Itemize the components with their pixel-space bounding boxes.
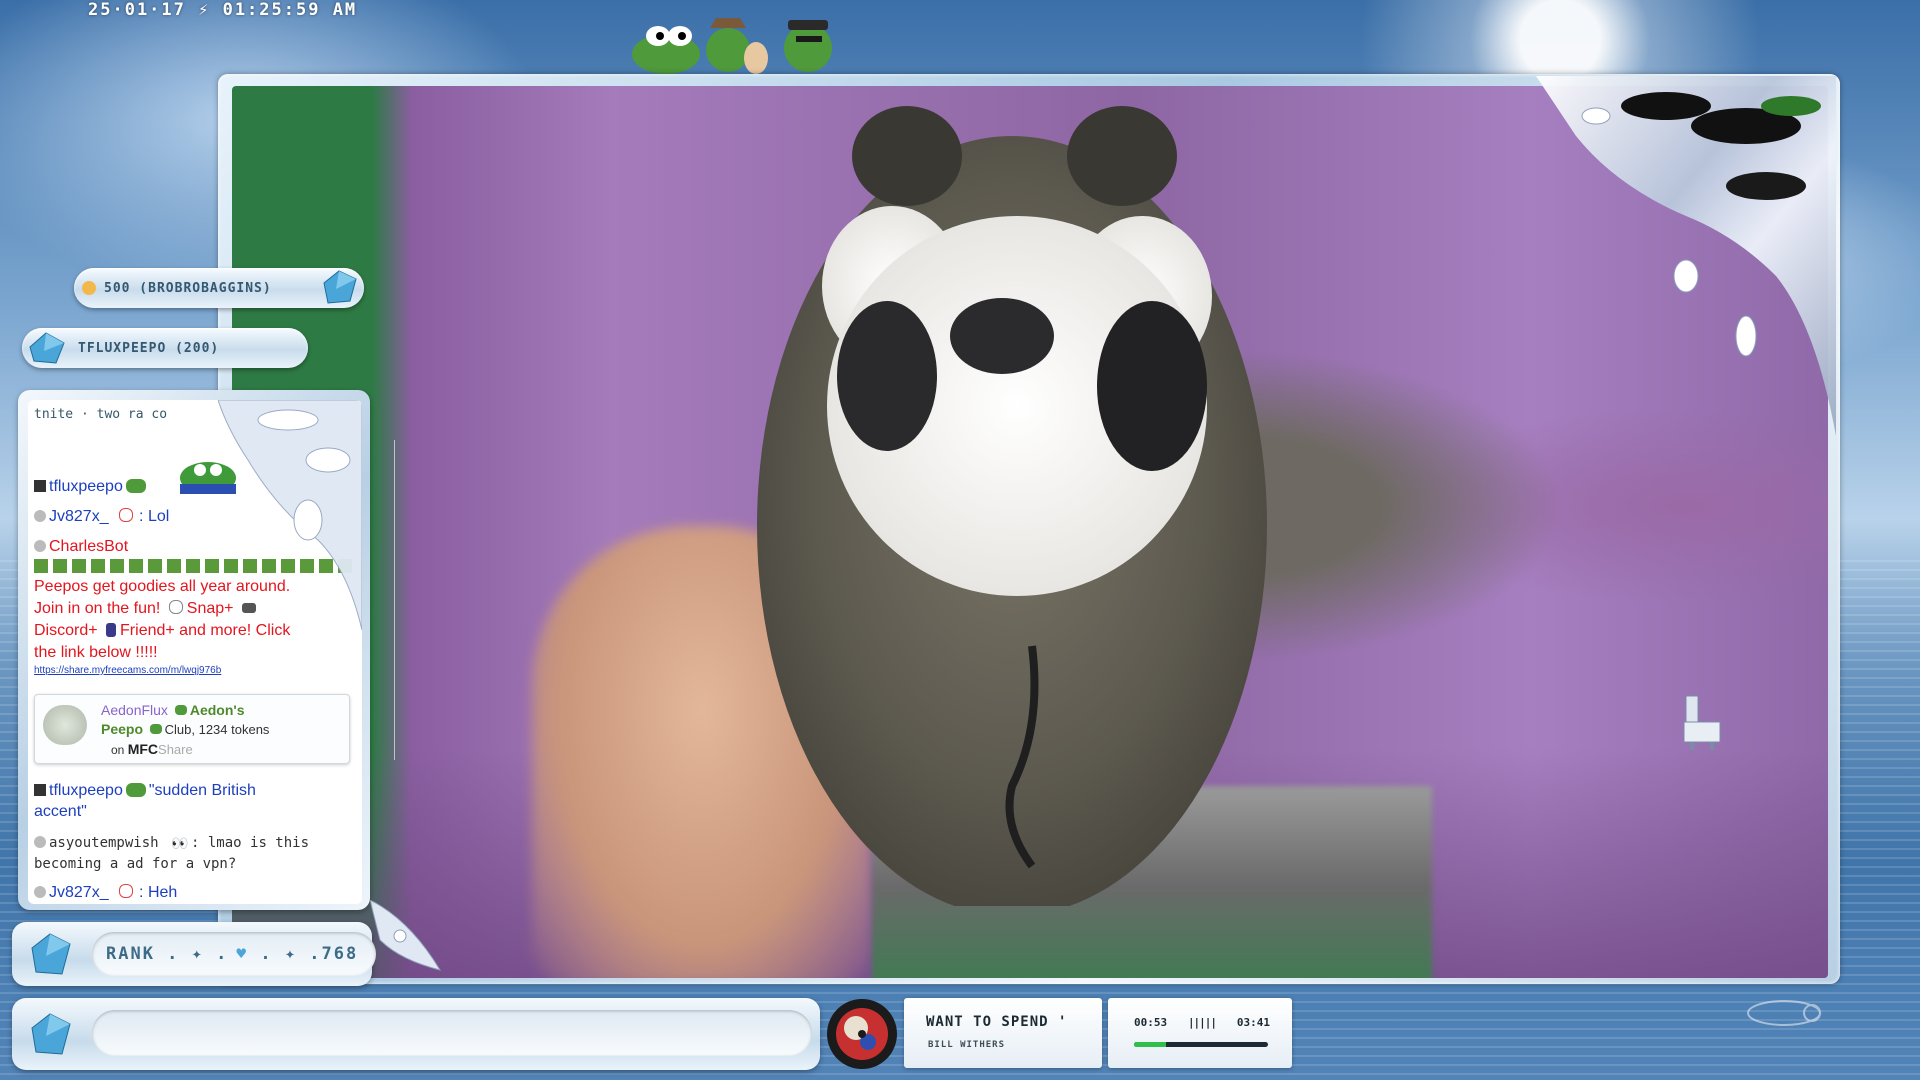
- chrome-swirl-ornament: [1536, 76, 1836, 436]
- gem-icon: [31, 1013, 71, 1055]
- tip-club-name: Aedon's: [189, 702, 245, 718]
- user-avatar-icon: [34, 836, 46, 848]
- equalizer-bars: |||||: [1187, 1016, 1217, 1029]
- playback-progress-fill: [1134, 1042, 1167, 1047]
- mfc-logo: MFC: [127, 741, 159, 757]
- chat-text: "sudden British: [148, 782, 256, 799]
- rank-bar: RANK . ✦ . ♥ . ✦ .768: [12, 922, 376, 986]
- song-title: WANT TO SPEND ': [926, 1014, 1068, 1030]
- user-avatar-icon: [34, 510, 46, 522]
- chat-input-bar: [12, 998, 820, 1070]
- bot-text: Join in on the fun!: [34, 600, 161, 617]
- song-artist: BILL WITHERS: [928, 1040, 1006, 1050]
- chat-username[interactable]: tfluxpeepo: [49, 782, 123, 799]
- chat-username[interactable]: CharlesBot: [49, 538, 128, 555]
- share-url-link[interactable]: https://share.myfreecams.com/m/lwqj976b: [34, 665, 221, 676]
- chat-username[interactable]: Jv827x_: [49, 508, 109, 525]
- user-avatar-icon: [34, 480, 46, 492]
- tip-notification-card: AedonFlux Aedon's Peepo Club, 1234 token…: [34, 694, 350, 764]
- chat-message: Jv827x_ : Heh: [34, 882, 356, 904]
- frog-badge-icon: [125, 479, 146, 493]
- eyes-emote-icon: 👀: [171, 836, 189, 852]
- chat-text: : lmao is this: [191, 835, 310, 851]
- top-donor-pill: 500 (BROBROBAGGINS): [74, 268, 364, 308]
- gem-icon: [323, 270, 357, 304]
- bot-text: Discord+: [34, 622, 98, 639]
- stream-timestamp: 25·01·17 ⚡ 01:25:59 AM: [88, 0, 358, 20]
- chat-message: tfluxpeepo "sudden British: [34, 780, 356, 802]
- gem-icon: [31, 933, 71, 975]
- bot-message-line: the link below !!!!!: [34, 644, 158, 661]
- playback-time-row: 00:53 ||||| 03:41: [1134, 1016, 1270, 1029]
- chat-text-continuation: accent": [34, 803, 87, 820]
- album-art-image: [827, 999, 897, 1069]
- elapsed-time: 00:53: [1134, 1016, 1168, 1029]
- second-donor-text: TFLUXPEEPO (200): [78, 340, 220, 356]
- frog-badge-icon: [149, 724, 162, 734]
- tipper-avatar-icon: [43, 705, 87, 745]
- rank-label: RANK . ✦ .: [106, 944, 229, 964]
- chat-scrollbar[interactable]: [394, 440, 405, 760]
- chat-username[interactable]: asyoutempwish: [49, 835, 159, 851]
- frog-badge-icon: [174, 705, 187, 715]
- chat-text: : Heh: [139, 884, 178, 901]
- chat-username[interactable]: tfluxpeepo: [49, 478, 123, 495]
- tip-detail: Club, 1234 tokens: [164, 722, 270, 737]
- frog-emotes-decoration: [632, 18, 832, 74]
- chat-input[interactable]: [92, 1010, 812, 1056]
- bot-avatar-icon: [34, 540, 46, 552]
- rank-display: RANK . ✦ . ♥ . ✦ .768: [92, 932, 376, 976]
- chat-message: asyoutempwish 👀: lmao is this: [34, 832, 356, 854]
- rank-value: . ✦ .768: [260, 944, 359, 964]
- song-duration: 03:41: [1236, 1016, 1270, 1029]
- chat-text-continuation: becoming a ad for a vpn?: [34, 856, 237, 872]
- snap-icon: [168, 600, 183, 614]
- bot-link[interactable]: https://share.myfreecams.com/m/lwqj976b: [34, 664, 356, 678]
- playback-time-card: 00:53 ||||| 03:41: [1108, 998, 1292, 1068]
- chat-username[interactable]: Jv827x_: [49, 884, 109, 901]
- friend-icon: [106, 623, 117, 637]
- user-avatar-icon: [34, 784, 46, 796]
- heart-badge-icon: [119, 884, 134, 898]
- now-playing-card: WANT TO SPEND ' BILL WITHERS: [904, 998, 1102, 1068]
- user-avatar-icon: [34, 886, 46, 898]
- tip-on: on: [111, 743, 125, 757]
- playback-progress-bar: [1134, 1042, 1268, 1047]
- chrome-swirl-ornament-chat: [218, 400, 362, 630]
- chat-text: : Lol: [139, 508, 170, 525]
- second-donor-pill: TFLUXPEEPO (200): [22, 328, 308, 368]
- heart-badge-icon: [119, 508, 134, 522]
- heart-icon: ♥: [236, 944, 248, 963]
- mfc-share-logo: Share: [158, 742, 193, 757]
- chat-log[interactable]: tnite · two ra co tfluxpeepo Jv827x_ : L…: [28, 400, 362, 904]
- watermark-logo: [1747, 1000, 1821, 1026]
- plush-toy-image: [757, 106, 1267, 906]
- frog-badge-icon: [125, 783, 146, 797]
- figurine-icon: [1683, 695, 1721, 750]
- coin-icon: [82, 281, 96, 295]
- top-donor-text: 500 (BROBROBAGGINS): [104, 280, 272, 296]
- gem-icon: [29, 332, 65, 364]
- tip-username[interactable]: AedonFlux: [101, 702, 168, 718]
- chrome-swirl-ornament-small: [370, 900, 442, 971]
- tip-club-name: Peepo: [101, 721, 144, 737]
